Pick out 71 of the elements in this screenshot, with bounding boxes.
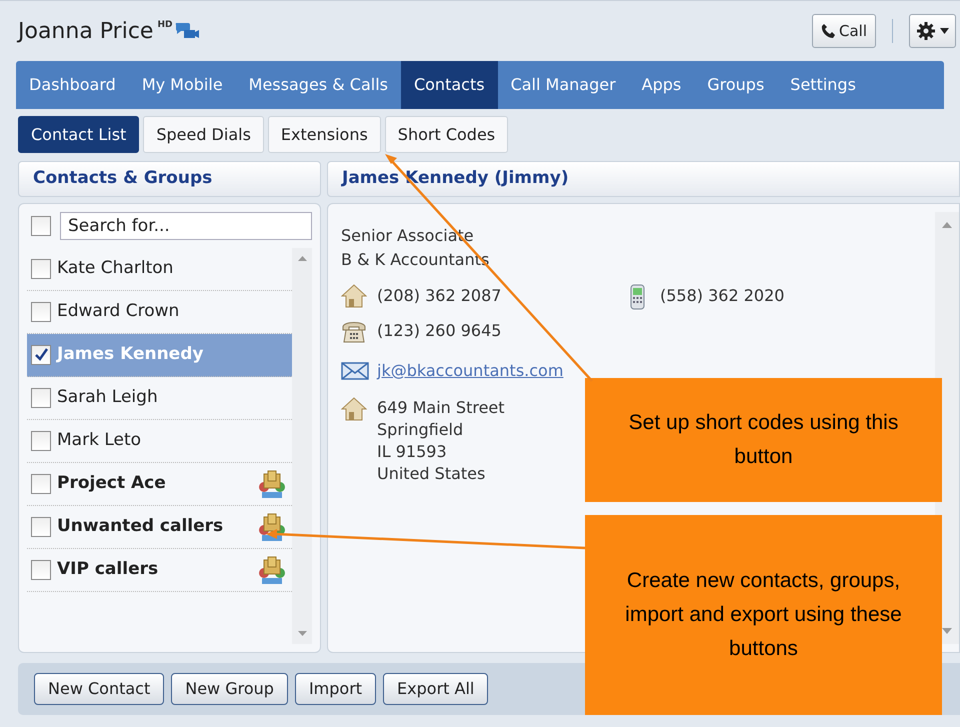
sub-tab[interactable]: Short Codes: [384, 116, 508, 153]
group-icon: [256, 556, 288, 584]
checkbox[interactable]: [31, 259, 51, 279]
checkbox[interactable]: [31, 388, 51, 408]
scroll-up-icon[interactable]: [942, 222, 952, 228]
group-icon: [256, 470, 288, 498]
nav-tab[interactable]: Messages & Calls: [236, 61, 401, 109]
hd-label: HD: [157, 19, 172, 32]
house-icon: [341, 284, 367, 308]
contact-name: James Kennedy: [57, 343, 204, 366]
nav-tab[interactable]: Groups: [694, 61, 778, 109]
nav-tab[interactable]: Dashboard: [16, 61, 129, 109]
phone-number: (123) 260 9645: [377, 320, 502, 342]
group-name: VIP callers: [57, 558, 160, 582]
contact-row[interactable]: Sarah Leigh: [27, 377, 292, 420]
phone-number: (558) 362 2020: [660, 285, 784, 307]
scroll-up-icon[interactable]: [298, 256, 306, 261]
checkbox[interactable]: [31, 345, 51, 365]
contact-row[interactable]: Project Ace: [27, 463, 292, 506]
scroll-down-icon[interactable]: [942, 628, 952, 634]
contact-row[interactable]: Kate Charlton: [27, 248, 292, 291]
envelope-icon: [341, 362, 369, 380]
checkbox[interactable]: [31, 431, 51, 451]
footer-button[interactable]: New Contact: [34, 673, 164, 705]
phone-icon: [820, 23, 835, 39]
checkbox[interactable]: [31, 560, 51, 580]
footer-button[interactable]: Import: [294, 673, 376, 705]
sub-tab[interactable]: Contact List: [18, 116, 140, 153]
settings-button[interactable]: [909, 14, 956, 48]
nav-tab[interactable]: Settings: [777, 61, 869, 109]
caret-icon: [940, 28, 949, 34]
footer-button[interactable]: Export All: [383, 673, 488, 705]
address-line: United States: [377, 463, 486, 485]
checkbox[interactable]: [31, 302, 51, 322]
sub-tab[interactable]: Speed Dials: [143, 116, 264, 153]
panel-title: Contacts & Groups: [33, 167, 212, 190]
checkbox[interactable]: [31, 517, 51, 537]
address-line: Springfield: [377, 419, 464, 441]
panel-title: James Kennedy (Jimmy): [342, 167, 569, 190]
nav-tab[interactable]: My Mobile: [128, 61, 236, 109]
contact-name: Kate Charlton: [57, 257, 174, 280]
search-field[interactable]: Search for...: [60, 212, 312, 240]
call-button[interactable]: Call: [812, 14, 876, 48]
checkbox[interactable]: [31, 474, 51, 494]
settings-icon: [916, 21, 936, 41]
contact-name: Edward Crown: [57, 300, 180, 324]
nav-tab[interactable]: Call Manager: [498, 61, 629, 109]
nav-tab[interactable]: Contacts: [400, 61, 498, 109]
nav-tab[interactable]: Apps: [628, 61, 694, 109]
group-name: Project Ace: [57, 472, 167, 496]
footer-button[interactable]: New Group: [171, 673, 288, 705]
contact-row[interactable]: VIP callers: [27, 549, 292, 592]
video-chat-icon: [174, 21, 200, 39]
phone-number: (208) 362 2087: [377, 285, 502, 307]
callout-text: Create new contacts, groups, import and export using these buttons: [624, 568, 903, 662]
house-icon: [341, 397, 367, 421]
scrollbar[interactable]: [292, 248, 312, 644]
contact-name: Mark Leto: [57, 429, 142, 452]
group-name: Unwanted callers: [57, 515, 224, 538]
user-name: Joanna Price: [18, 18, 154, 46]
scroll-down-icon[interactable]: [298, 631, 306, 636]
contact-row[interactable]: Unwanted callers: [27, 506, 292, 549]
sub-tab[interactable]: Extensions: [268, 116, 381, 153]
desk-phone-icon: [341, 319, 367, 343]
email-link[interactable]: jk@bkaccountants.com: [377, 359, 564, 383]
contact-name: Sarah Leigh: [57, 386, 159, 410]
select-all-checkbox[interactable]: [31, 216, 51, 236]
contact-row[interactable]: Mark Leto: [27, 420, 292, 463]
address-line: 649 Main Street: [377, 397, 505, 419]
callout-text: Set up short codes using this button: [628, 410, 900, 470]
address-line: IL 91593: [377, 441, 448, 463]
